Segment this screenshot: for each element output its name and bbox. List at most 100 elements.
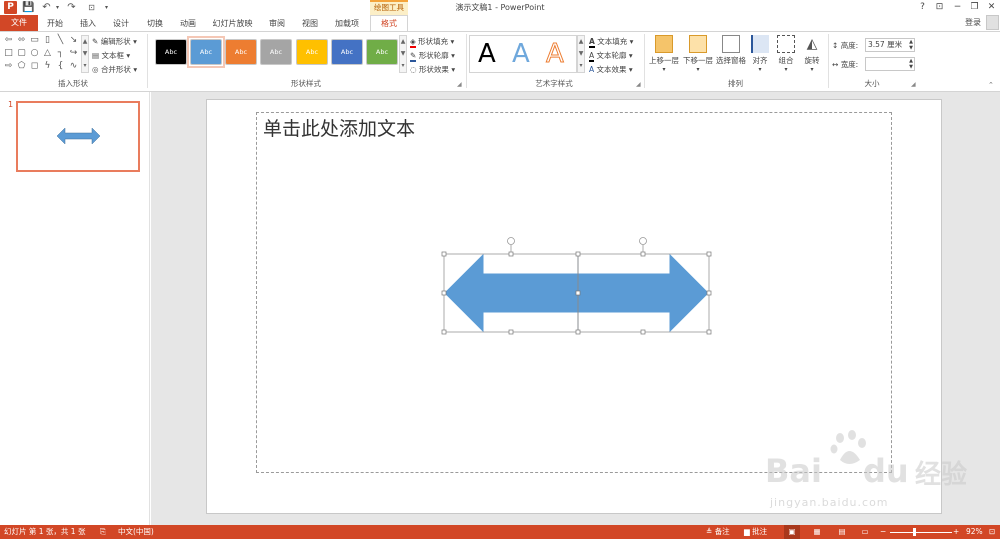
tab-view[interactable]: 视图 <box>299 16 321 31</box>
powerpoint-logo-icon[interactable]: P <box>4 1 17 14</box>
undo-dropdown-icon[interactable]: ▾ <box>51 1 64 14</box>
zoom-level[interactable]: 92% <box>966 525 983 539</box>
ribbon-display-options-icon[interactable]: ⊡ <box>931 0 948 15</box>
text-outline-button[interactable]: A 文本轮廓 ▾ <box>589 50 633 62</box>
zoom-slider[interactable] <box>890 532 952 533</box>
tab-animations[interactable]: 动画 <box>177 16 199 31</box>
bring-forward-button[interactable]: 上移一层 ▾ <box>647 35 681 73</box>
placeholder-prompt[interactable]: 单击此处添加文本 <box>263 114 415 141</box>
line-shape-icon[interactable]: ╲ <box>55 35 66 45</box>
rotation-handle-icon[interactable] <box>507 237 647 253</box>
brace-shape-icon[interactable]: { <box>55 61 66 71</box>
selected-shapes[interactable] <box>438 234 718 338</box>
slide-sorter-view-icon[interactable]: ▦ <box>810 525 824 539</box>
rounded-rectangle-shape-icon[interactable]: ▢ <box>16 48 27 58</box>
shape-style-swatch-darkblue[interactable]: Abc <box>331 39 363 65</box>
tab-design[interactable]: 设计 <box>110 16 132 31</box>
help-icon[interactable]: ? <box>914 0 931 15</box>
rotate-button[interactable]: ◭ 旋转 ▾ <box>801 35 823 73</box>
fit-slide-icon[interactable]: ⊡ <box>989 525 995 539</box>
tab-transitions[interactable]: 切换 <box>144 16 166 31</box>
zoom-in-icon[interactable]: + <box>953 525 959 539</box>
align-button[interactable]: 对齐 ▾ <box>749 35 771 73</box>
shape-effects-button[interactable]: ◌ 形状效果 ▾ <box>410 64 455 75</box>
lightning-shape-icon[interactable]: ϟ <box>42 61 53 71</box>
save-icon[interactable]: 💾 <box>22 1 35 14</box>
shape-style-swatch-orange[interactable]: Abc <box>225 39 257 65</box>
shape-style-swatch-black[interactable]: Abc <box>155 39 187 65</box>
slide-thumbnail[interactable] <box>16 101 140 172</box>
wordart-style-orange-outline[interactable]: A <box>546 40 565 69</box>
paint-bucket-icon: ◈ <box>410 37 416 48</box>
spellcheck-icon[interactable]: ⎘ <box>100 525 106 539</box>
restore-icon[interactable]: ❐ <box>966 0 983 15</box>
account-avatar-icon[interactable] <box>986 15 999 30</box>
shape-outline-button[interactable]: ✎ 形状轮廓 ▾ <box>410 50 455 62</box>
vertical-textbox-shape-icon[interactable]: ▯ <box>42 35 53 45</box>
wordart-style-black[interactable]: A <box>478 40 496 68</box>
text-effects-button[interactable]: A 文本效果 ▾ <box>589 64 633 75</box>
zoom-out-icon[interactable]: − <box>880 525 886 539</box>
left-arrow-shape-icon[interactable]: ⇦ <box>3 35 14 45</box>
curved-connector-shape-icon[interactable]: ↪ <box>68 48 79 58</box>
triangle-shape-icon[interactable]: △ <box>42 48 53 58</box>
shape-style-swatch-green[interactable]: Abc <box>366 39 398 65</box>
watermark-brand-suffix: du <box>863 452 909 490</box>
shapes-gallery[interactable]: ⇦ ⬄ ▭ ▯ ╲ ↘ □ ▢ ○ △ ┐ ↪ ⇨ ⬠ ◻ ϟ { ∿ <box>3 35 83 73</box>
zoom-slider-thumb[interactable] <box>913 528 916 536</box>
close-icon[interactable]: ✕ <box>983 0 1000 15</box>
tab-insert[interactable]: 插入 <box>77 16 99 31</box>
right-arrow-shape-icon[interactable]: ⇨ <box>3 61 14 71</box>
shapes-gallery-scroll[interactable]: ▲ ▼ ▾ <box>81 35 89 73</box>
shape-styles-dialog-launcher-icon[interactable]: ◢ <box>457 81 462 88</box>
edit-shape-button[interactable]: ✎ 编辑形状 ▾ <box>92 36 137 47</box>
rectangle-shape-icon[interactable]: □ <box>3 48 14 58</box>
width-spinner-icon[interactable]: ▲ ▼ <box>909 58 913 70</box>
tab-file[interactable]: 文件 <box>0 15 38 31</box>
tab-review[interactable]: 审阅 <box>266 16 288 31</box>
tab-slideshow[interactable]: 幻灯片放映 <box>210 16 255 31</box>
comments-button[interactable]: ▆ 批注 <box>744 525 767 539</box>
comments-icon: ▆ <box>744 527 750 536</box>
shape-style-swatch-blue[interactable]: Abc <box>190 39 222 65</box>
send-backward-button[interactable]: 下移一层 ▾ <box>681 35 715 73</box>
group-button[interactable]: 组合 ▾ <box>775 35 797 73</box>
height-input[interactable]: 3.57 厘米 ▲ ▼ <box>865 38 915 52</box>
signin-link[interactable]: 登录 <box>965 17 981 28</box>
collapse-ribbon-icon[interactable]: ⌃ <box>988 81 994 89</box>
oval-shape-icon[interactable]: ○ <box>29 48 40 58</box>
text-fill-button[interactable]: A 文本填充 ▾ <box>589 36 633 48</box>
pentagon-shape-icon[interactable]: ⬠ <box>16 61 27 71</box>
wordart-dialog-launcher-icon[interactable]: ◢ <box>636 81 641 88</box>
width-input[interactable]: ▲ ▼ <box>865 57 915 71</box>
normal-view-icon[interactable]: ▣ <box>784 525 800 539</box>
slideshow-view-icon[interactable]: ▭ <box>858 525 872 539</box>
shape-fill-button[interactable]: ◈ 形状填充 ▾ <box>410 36 454 48</box>
start-from-beginning-icon[interactable]: ⊡ <box>85 1 98 14</box>
notes-button[interactable]: ≜ 备注 <box>706 525 730 539</box>
redo-icon[interactable]: ↷ <box>65 1 78 14</box>
curve-shape-icon[interactable]: ∿ <box>68 61 79 71</box>
selection-pane-button[interactable]: 选择窗格 <box>715 35 747 66</box>
minimize-icon[interactable]: − <box>949 0 966 15</box>
language-status[interactable]: 中文(中国) <box>118 525 154 539</box>
size-dialog-launcher-icon[interactable]: ◢ <box>911 81 916 88</box>
shape-style-swatch-gold[interactable]: Abc <box>296 39 328 65</box>
arrow-line-shape-icon[interactable]: ↘ <box>68 35 79 45</box>
textbox-shape-icon[interactable]: ▭ <box>29 35 40 45</box>
height-spinner-icon[interactable]: ▲ ▼ <box>909 39 913 51</box>
tab-home[interactable]: 开始 <box>44 16 66 31</box>
shape-styles-gallery-scroll[interactable]: ▲ ▼ ▾ <box>399 35 407 73</box>
wordart-gallery-scroll[interactable]: ▲ ▼ ▾ <box>577 35 585 73</box>
tab-format[interactable]: 格式 <box>370 15 408 31</box>
callout-shape-icon[interactable]: ◻ <box>29 61 40 71</box>
text-box-button[interactable]: ▤ 文本框 ▾ <box>92 50 130 61</box>
merge-shapes-button[interactable]: ◎ 合并形状 ▾ <box>92 64 137 75</box>
reading-view-icon[interactable]: ▤ <box>835 525 849 539</box>
elbow-connector-shape-icon[interactable]: ┐ <box>55 48 66 58</box>
left-right-arrow-shape-icon[interactable]: ⬄ <box>16 35 27 45</box>
tab-addins[interactable]: 加载项 <box>332 16 362 31</box>
shape-style-swatch-gray[interactable]: Abc <box>260 39 292 65</box>
wordart-style-blue-gradient[interactable]: A <box>512 40 530 68</box>
customize-qat-icon[interactable]: ▾ <box>100 1 113 14</box>
